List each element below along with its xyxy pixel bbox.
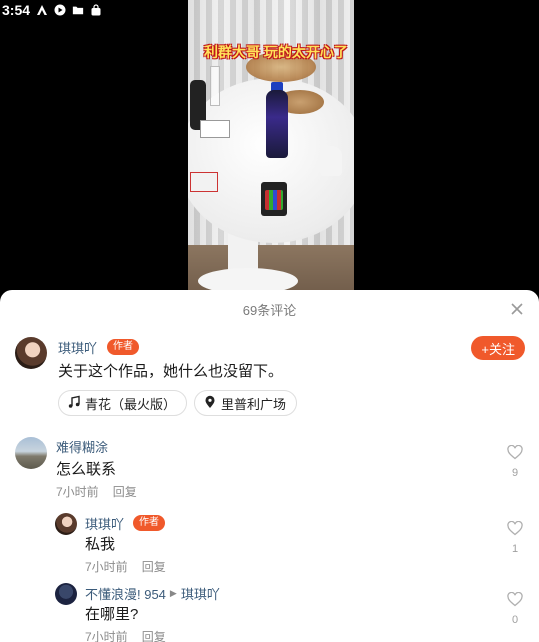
reply-author-badge: 作者: [133, 515, 165, 531]
follow-button[interactable]: +关注: [471, 336, 525, 360]
reply-button[interactable]: 回复: [142, 628, 166, 642]
comments-count-title: 69条评论: [242, 302, 297, 318]
music-note-icon: [67, 395, 81, 412]
comments-sheet: 69条评论 琪琪吖 作者 +关注 关于这个作品，她什么也没留下。 青花（最火版）…: [0, 290, 539, 642]
video-player[interactable]: 利群大哥 玩的太开心了: [0, 0, 539, 300]
like-count: 9: [511, 467, 519, 479]
location-pin-icon: [203, 395, 217, 412]
reply-button[interactable]: 回复: [142, 558, 166, 575]
comment-text: 怎么联系: [56, 461, 117, 478]
reply-header: 不懂浪漫! 954 ▶ 琪琪吖: [85, 584, 220, 603]
heart-icon: [507, 444, 523, 465]
play-shield-icon: [54, 4, 66, 16]
reply-button[interactable]: 回复: [113, 483, 137, 500]
status-time: 3:54: [2, 2, 31, 18]
reply-to-arrow-icon: ▶: [169, 588, 177, 598]
music-chip-label: 青花（最火版）: [85, 396, 177, 412]
comments-header: 69条评论: [0, 290, 539, 328]
like-count: 1: [511, 543, 519, 555]
reply-time: 7小时前: [85, 560, 128, 574]
commenter-username[interactable]: 难得糊涂: [56, 437, 108, 456]
location-chip-label: 里普利广场: [221, 396, 287, 412]
follow-button-label: +关注: [481, 341, 515, 357]
author-avatar[interactable]: [15, 337, 47, 369]
shopping-bag-icon: [90, 4, 102, 16]
comment-time: 7小时前: [56, 485, 99, 499]
author-username[interactable]: 琪琪吖: [58, 338, 97, 357]
app-a-icon: [36, 4, 48, 16]
comment-meta: 7小时前 回复: [56, 483, 137, 500]
like-button[interactable]: 9: [505, 444, 525, 479]
status-bar: 3:54: [0, 0, 539, 20]
like-count: 0: [511, 614, 519, 626]
author-post-text: 关于这个作品，她什么也没留下。: [58, 363, 284, 380]
reply-meta: 7小时前 回复: [85, 558, 166, 575]
reply-avatar[interactable]: [55, 513, 77, 535]
reply-meta: 7小时前 回复: [85, 628, 166, 642]
reply-avatar[interactable]: [55, 583, 77, 605]
reply-time: 7小时前: [85, 630, 128, 642]
reply-text: 在哪里?: [85, 606, 139, 623]
reply-text: 私我: [85, 536, 116, 553]
reply-username[interactable]: 不懂浪漫! 954: [85, 584, 166, 603]
reply-to-username[interactable]: 琪琪吖: [181, 584, 220, 603]
like-button[interactable]: 1: [505, 520, 525, 555]
like-button[interactable]: 0: [505, 591, 525, 626]
location-chip[interactable]: 里普利广场: [194, 390, 298, 416]
reply-username[interactable]: 琪琪吖: [85, 514, 124, 533]
music-chip[interactable]: 青花（最火版）: [58, 390, 188, 416]
heart-icon: [507, 520, 523, 541]
heart-icon: [507, 591, 523, 612]
video-caption: 利群大哥 玩的太开心了: [204, 44, 348, 60]
folder-icon: [72, 4, 84, 16]
author-badge: 作者: [107, 339, 139, 355]
close-icon[interactable]: [509, 301, 525, 317]
commenter-avatar[interactable]: [15, 437, 47, 469]
